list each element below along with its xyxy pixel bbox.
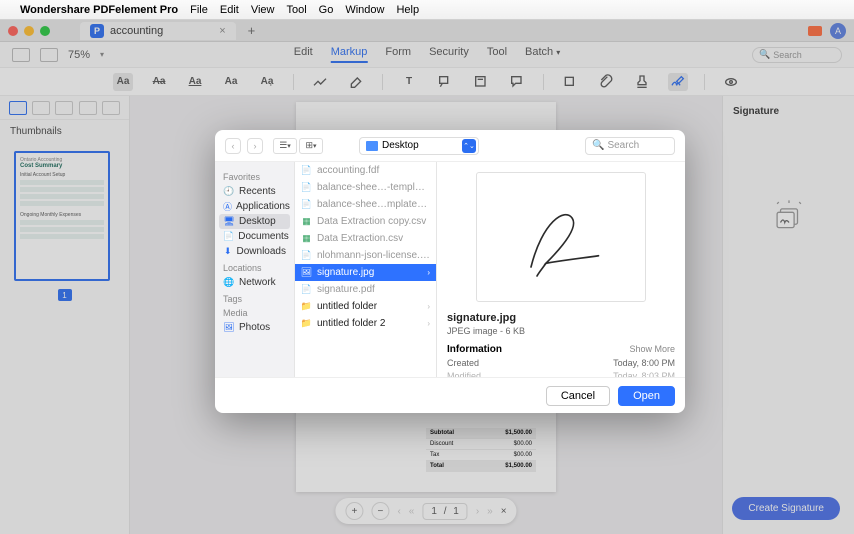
documents-icon: 📄 xyxy=(223,231,234,242)
pdf-icon: 📄 xyxy=(301,284,312,295)
view-icons-button[interactable]: ☰ ▾ xyxy=(273,138,297,154)
open-file-dialog: ‹ › ☰ ▾ ⊞ ▾ Desktop ⌃⌄ 🔍 Search Favorite… xyxy=(215,130,685,413)
created-label: Created xyxy=(447,358,479,368)
image-icon: 🖼 xyxy=(301,267,312,278)
sidebar-downloads[interactable]: ⬇Downloads xyxy=(219,244,290,259)
desktop-icon: 🖥 xyxy=(223,216,235,227)
chevron-right-icon: › xyxy=(427,319,430,328)
menu-tool[interactable]: Tool xyxy=(286,4,306,16)
sidebar-applications[interactable]: ⒶApplications xyxy=(219,199,290,214)
file-item[interactable]: 📄signature.pdf xyxy=(295,281,436,298)
sidebar-documents[interactable]: 📄Documents xyxy=(219,229,290,244)
nav-forward-button[interactable]: › xyxy=(247,138,263,154)
dialog-search-input[interactable]: 🔍 Search xyxy=(585,137,675,155)
modified-value: Today, 8:03 PM xyxy=(613,371,675,377)
preview-image xyxy=(476,172,646,302)
location-label: Desktop xyxy=(382,140,419,151)
dialog-sidebar: Favorites 🕘Recents ⒶApplications 🖥Deskto… xyxy=(215,162,295,377)
sidebar-locations-header: Locations xyxy=(223,263,286,273)
sidebar-media-header: Media xyxy=(223,308,286,318)
file-item[interactable]: 📄balance-shee…mplate-1-1.fdf xyxy=(295,196,436,213)
menu-window[interactable]: Window xyxy=(345,4,384,16)
location-popup[interactable]: Desktop ⌃⌄ xyxy=(359,137,479,155)
clock-icon: 🕘 xyxy=(223,186,235,197)
folder-item[interactable]: 📁untitled folder 2› xyxy=(295,315,436,332)
location-stepper-icon: ⌃⌄ xyxy=(462,139,476,153)
dialog-search-placeholder: Search xyxy=(607,140,639,151)
chevron-right-icon: › xyxy=(427,302,430,311)
file-item[interactable]: ▦Data Extraction.csv xyxy=(295,230,436,247)
network-icon: 🌐 xyxy=(223,277,235,288)
sidebar-desktop[interactable]: 🖥Desktop xyxy=(219,214,290,229)
folder-icon xyxy=(366,141,378,151)
file-icon: 📄 xyxy=(301,182,312,193)
apps-icon: Ⓐ xyxy=(223,201,232,212)
menu-file[interactable]: File xyxy=(190,4,208,16)
folder-item[interactable]: 📁untitled folder› xyxy=(295,298,436,315)
file-item[interactable]: ▦Data Extraction copy.csv xyxy=(295,213,436,230)
file-item[interactable]: 📄nlohmann-json-license.txt xyxy=(295,247,436,264)
sidebar-favorites-header: Favorites xyxy=(223,172,286,182)
menu-edit[interactable]: Edit xyxy=(220,4,239,16)
file-item[interactable]: 📄accounting.fdf xyxy=(295,162,436,179)
file-item[interactable]: 📄balance-shee…-template.fdf xyxy=(295,179,436,196)
txt-icon: 📄 xyxy=(301,250,312,261)
sidebar-network[interactable]: 🌐Network xyxy=(219,275,290,290)
menu-help[interactable]: Help xyxy=(396,4,419,16)
dialog-toolbar: ‹ › ☰ ▾ ⊞ ▾ Desktop ⌃⌄ 🔍 Search xyxy=(215,130,685,162)
dialog-footer: Cancel Open xyxy=(215,377,685,413)
view-list-button[interactable]: ⊞ ▾ xyxy=(299,138,323,154)
sidebar-photos[interactable]: 🖼Photos xyxy=(219,320,290,335)
csv-icon: ▦ xyxy=(301,233,312,244)
file-icon: 📄 xyxy=(301,165,312,176)
folder-icon: 📁 xyxy=(301,318,312,329)
folder-icon: 📁 xyxy=(301,301,312,312)
created-value: Today, 8:00 PM xyxy=(613,358,675,368)
menu-go[interactable]: Go xyxy=(319,4,334,16)
info-label: Information xyxy=(447,344,502,355)
file-item-selected[interactable]: 🖼signature.jpg› xyxy=(295,264,436,281)
photos-icon: 🖼 xyxy=(223,322,235,333)
file-list: 📄accounting.fdf 📄balance-shee…-template.… xyxy=(295,162,437,377)
csv-icon: ▦ xyxy=(301,216,312,227)
show-more-link[interactable]: Show More xyxy=(629,344,675,355)
preview-filename: signature.jpg xyxy=(447,312,675,324)
downloads-icon: ⬇ xyxy=(223,246,233,257)
preview-subtitle: JPEG image - 6 KB xyxy=(447,326,675,336)
menu-view[interactable]: View xyxy=(251,4,275,16)
sidebar-tags-header: Tags xyxy=(223,294,286,304)
file-preview-pane: signature.jpg JPEG image - 6 KB Informat… xyxy=(437,162,685,377)
open-button[interactable]: Open xyxy=(618,386,675,406)
search-icon: 🔍 xyxy=(592,140,604,151)
app-name[interactable]: Wondershare PDFelement Pro xyxy=(20,4,178,16)
modified-label: Modified xyxy=(447,371,481,377)
sidebar-recents[interactable]: 🕘Recents xyxy=(219,184,290,199)
file-icon: 📄 xyxy=(301,199,312,210)
cancel-button[interactable]: Cancel xyxy=(546,386,610,406)
macos-menubar: Wondershare PDFelement Pro File Edit Vie… xyxy=(0,0,854,20)
chevron-right-icon: › xyxy=(427,268,430,277)
nav-back-button[interactable]: ‹ xyxy=(225,138,241,154)
